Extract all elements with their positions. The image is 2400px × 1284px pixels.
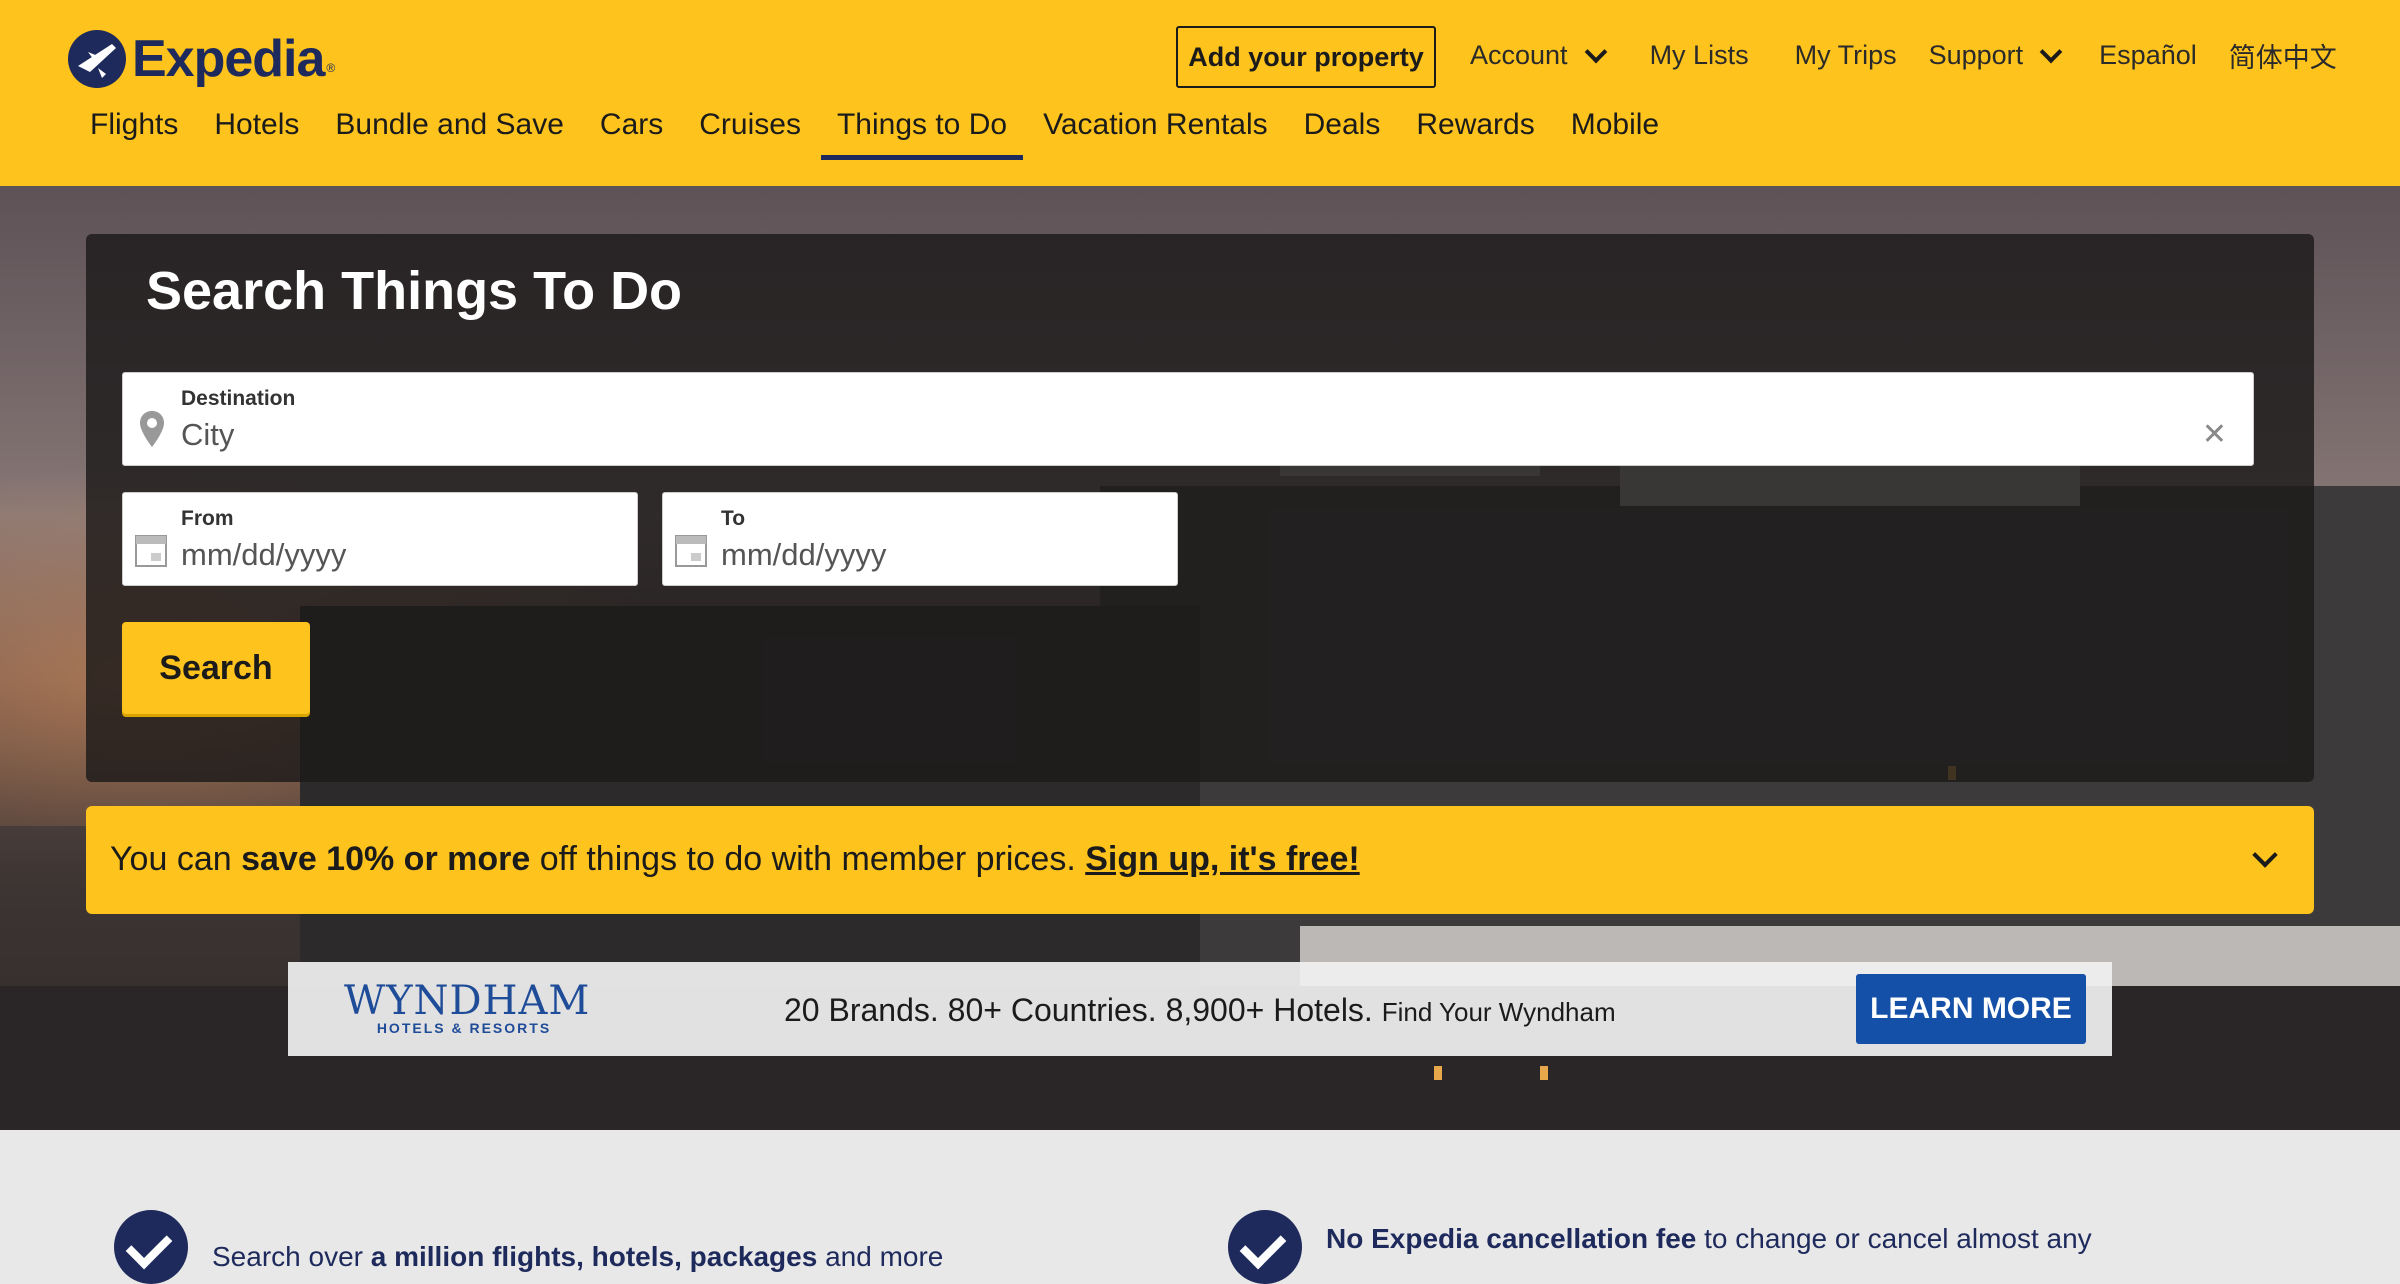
checkmark-icon [1228, 1210, 1302, 1284]
nav-cruises[interactable]: Cruises [699, 108, 801, 160]
map-pin-icon [139, 411, 165, 452]
language-chinese-link[interactable]: 简体中文 [2229, 36, 2337, 75]
ad-headline: 20 Brands. 80+ Countries. 8,900+ Hotels. [784, 992, 1373, 1028]
light-fixture [1434, 1066, 1442, 1080]
member-promo-banner[interactable]: You can save 10% or more off things to d… [86, 806, 2314, 914]
promo-text: You can save 10% or more off things to d… [110, 840, 1360, 879]
destination-field[interactable]: Destination City ✕ [122, 372, 2254, 466]
feature-pre: Search over [212, 1241, 371, 1272]
search-panel: Search Things To Do Destination City ✕ F… [86, 234, 2314, 782]
chevron-down-icon [2039, 40, 2063, 63]
account-menu[interactable]: Account [1470, 40, 1607, 71]
chevron-down-icon [1584, 40, 1607, 63]
ad-brand-sub: HOTELS & RESORTS [376, 1020, 552, 1036]
support-label: Support [1928, 40, 2024, 70]
my-lists-label: My Lists [1649, 40, 1749, 70]
my-trips-link[interactable]: My Trips [1795, 40, 1897, 71]
feature-post: to change or cancel almost any [1696, 1223, 2092, 1254]
promo-bold: save 10% or more [241, 840, 531, 878]
espanol-label: Español [2099, 40, 2197, 70]
ad-text: 20 Brands. 80+ Countries. 8,900+ Hotels.… [784, 992, 1616, 1029]
nav-cars[interactable]: Cars [600, 108, 663, 160]
account-label: Account [1470, 40, 1568, 70]
nav-hotels[interactable]: Hotels [214, 108, 299, 160]
nav-rewards[interactable]: Rewards [1416, 108, 1534, 160]
chevron-down-icon[interactable] [2252, 842, 2278, 868]
plane-logo-icon [68, 30, 126, 88]
add-property-button[interactable]: Add your property [1176, 26, 1436, 88]
language-espanol-link[interactable]: Español [2099, 40, 2197, 71]
calendar-icon [135, 535, 167, 572]
to-label: To [721, 507, 746, 530]
my-lists-link[interactable]: My Lists [1650, 40, 1749, 71]
support-menu[interactable]: Support [1928, 40, 2063, 71]
feature-bold: No Expedia cancellation fee [1326, 1223, 1697, 1254]
promo-middle: off things to do with member prices. [530, 840, 1086, 878]
ad-brand: WYNDHAM [344, 978, 591, 1024]
feature-text: No Expedia cancellation fee to change or… [1326, 1222, 2092, 1284]
features-section: Search over a million flights, hotels, p… [0, 1130, 2400, 1284]
ad-tagline: Find Your Wyndham [1381, 997, 1616, 1027]
top-links: Account My Lists My Trips Support Españo… [1470, 36, 2337, 75]
nav-flights[interactable]: Flights [90, 108, 178, 160]
feature-text: Search over a million flights, hotels, p… [212, 1240, 943, 1284]
search-button[interactable]: Search [122, 622, 310, 714]
from-label: From [181, 507, 234, 530]
site-header: Expedia ® Add your property Account My L… [0, 0, 2400, 186]
from-date-input[interactable]: mm/dd/yyyy [181, 537, 346, 573]
checkmark-icon [114, 1210, 188, 1284]
promo-prefix: You can [110, 840, 242, 878]
to-date-input[interactable]: mm/dd/yyyy [721, 537, 886, 573]
main-nav: Flights Hotels Bundle and Save Cars Crui… [90, 108, 1695, 160]
logo-trademark: ® [326, 61, 336, 75]
feature-item: Search over a million flights, hotels, p… [114, 1210, 943, 1284]
chinese-label: 简体中文 [2228, 43, 2337, 73]
wyndham-logo: WYNDHAM HOTELS & RESORTS [344, 978, 591, 1036]
light-fixture [1540, 1066, 1548, 1080]
destination-input[interactable]: City [181, 417, 234, 453]
signup-link[interactable]: Sign up, it's free! [1085, 840, 1359, 878]
search-title: Search Things To Do [146, 261, 683, 321]
nav-deals[interactable]: Deals [1304, 108, 1381, 160]
feature-bold: a million flights, hotels, packages [370, 1241, 818, 1272]
expedia-logo[interactable]: Expedia ® [68, 24, 335, 94]
calendar-icon [675, 535, 707, 572]
logo-wordmark: Expedia [132, 30, 325, 88]
nav-vacation-rentals[interactable]: Vacation Rentals [1043, 108, 1268, 160]
nav-mobile[interactable]: Mobile [1571, 108, 1659, 160]
from-date-field[interactable]: From mm/dd/yyyy [122, 492, 638, 586]
wyndham-ad-banner[interactable]: WYNDHAM HOTELS & RESORTS 20 Brands. 80+ … [288, 962, 2112, 1056]
my-trips-label: My Trips [1794, 40, 1897, 70]
feature-post: and more [817, 1241, 944, 1272]
nav-things-to-do[interactable]: Things to Do [820, 108, 1024, 160]
nav-bundle-and-save[interactable]: Bundle and Save [335, 108, 564, 160]
destination-label: Destination [181, 387, 296, 410]
to-date-field[interactable]: To mm/dd/yyyy [662, 492, 1178, 586]
clear-icon[interactable]: ✕ [2202, 417, 2227, 452]
learn-more-button[interactable]: LEARN MORE [1856, 974, 2086, 1044]
feature-item: No Expedia cancellation fee to change or… [1228, 1210, 2092, 1284]
